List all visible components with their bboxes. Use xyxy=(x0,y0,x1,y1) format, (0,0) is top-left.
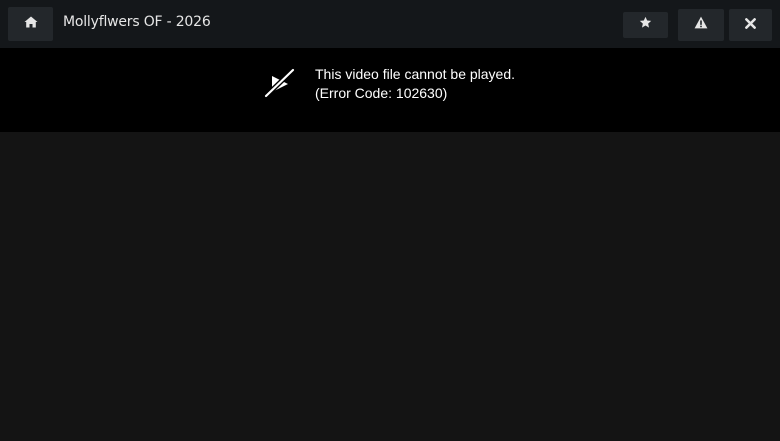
page-title: Mollyflwers OF - 2026 xyxy=(63,14,211,30)
favorite-button[interactable] xyxy=(623,12,668,38)
video-unavailable-icon xyxy=(262,66,298,102)
home-icon xyxy=(24,15,38,33)
close-button[interactable] xyxy=(729,9,772,41)
page-content xyxy=(0,132,780,441)
video-player[interactable]: This video file cannot be played. (Error… xyxy=(0,48,780,132)
report-button[interactable] xyxy=(678,9,724,41)
top-bar: Mollyflwers OF - 2026 xyxy=(0,0,780,48)
star-icon xyxy=(639,16,652,34)
error-code-text: (Error Code: 102630) xyxy=(315,85,448,101)
home-button[interactable] xyxy=(8,7,53,41)
error-message-text: This video file cannot be played. xyxy=(315,66,516,82)
error-message: This video file cannot be played. (Error… xyxy=(315,65,515,103)
warning-icon xyxy=(694,16,708,34)
close-icon xyxy=(745,16,756,34)
